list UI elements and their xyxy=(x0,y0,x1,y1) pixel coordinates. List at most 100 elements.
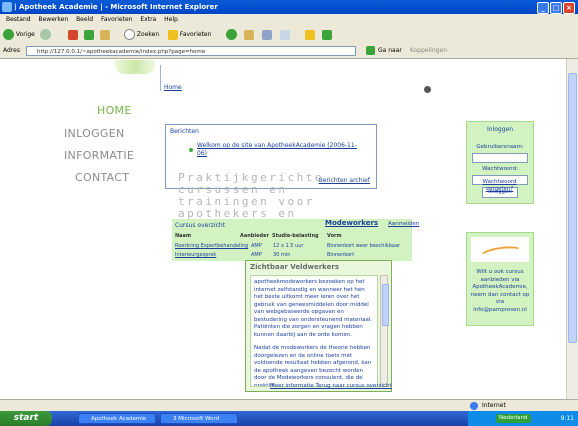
folder-icon xyxy=(305,29,315,40)
courses-title-link[interactable]: Modeworkers xyxy=(325,219,378,227)
system-tray: Nederland 9:11 xyxy=(468,411,578,426)
promo-panel: Wilt u ook cursus aanbieden via Apotheek… xyxy=(466,232,534,326)
nav-contact[interactable]: CONTACT xyxy=(75,171,129,184)
star-icon xyxy=(168,29,178,40)
popup-paragraph: apotheekmodeworkers bezoeken op het inte… xyxy=(254,279,373,338)
start-button[interactable]: start xyxy=(0,411,52,426)
taskbar: start Apotheek Academie 3 Microsoft Word… xyxy=(0,411,578,426)
address-input[interactable]: http://127.0.0.1/~apotheekacademie/index… xyxy=(26,46,356,56)
table-cell-link[interactable]: Interieurgesprek xyxy=(175,252,216,258)
popup-scrollbar[interactable] xyxy=(380,275,389,387)
popup-footer-link[interactable]: Meer informatie Terug naar cursus overzi… xyxy=(270,383,392,389)
username-label: Gebruikersnaam: xyxy=(476,144,524,150)
search-icon xyxy=(124,29,135,40)
close-button[interactable]: × xyxy=(563,2,575,14)
print-button[interactable] xyxy=(262,28,272,41)
folder-button[interactable] xyxy=(305,28,315,41)
username-input[interactable] xyxy=(472,153,528,163)
menubar: Bestand Bewerken Beeld Favorieten Extra … xyxy=(0,14,578,25)
menu-view[interactable]: Beeld xyxy=(76,16,93,23)
internet-zone-icon xyxy=(470,402,478,410)
toolbar: Vorige Zoeken Favorieten xyxy=(0,25,578,45)
swoosh-logo-icon xyxy=(478,244,524,264)
address-bar: Adres http://127.0.0.1/~apotheekacademie… xyxy=(0,44,578,59)
links-label[interactable]: Koppelingen xyxy=(410,44,447,58)
forgot-password-link[interactable]: Wachtwoord vergeten? xyxy=(472,179,527,193)
maximize-button[interactable]: □ xyxy=(550,2,562,14)
table-cell: 12 x 1.5 uur xyxy=(273,243,304,249)
minimize-button[interactable]: _ xyxy=(537,2,549,14)
taskbar-item-browser[interactable]: Apotheek Academie xyxy=(78,413,156,424)
nav-home[interactable]: HOME xyxy=(97,104,132,117)
window-titlebar: | Apotheek Academie | - Microsoft Intern… xyxy=(0,0,578,14)
taskbar-item-word[interactable]: 3 Microsoft Word xyxy=(160,413,238,424)
menu-help[interactable]: Help xyxy=(164,16,178,23)
menu-favorites[interactable]: Favorieten xyxy=(101,16,132,23)
table-cell: AMP xyxy=(251,243,262,249)
back-button[interactable]: Vorige xyxy=(3,28,35,41)
home-button[interactable] xyxy=(100,28,110,41)
menu-edit[interactable]: Bewerken xyxy=(39,16,69,23)
refresh-icon xyxy=(84,29,94,40)
login-title: Inloggen xyxy=(486,126,514,133)
password-label: Wachtwoord: xyxy=(482,166,518,172)
search-button[interactable]: Zoeken xyxy=(124,28,159,41)
table-cell-link[interactable]: Roerkring Expertbehandeling xyxy=(175,243,248,249)
courses-more-link[interactable]: Aanmelden xyxy=(388,221,419,227)
popup-scrollbar-thumb[interactable] xyxy=(382,284,389,326)
breadcrumb-frame xyxy=(160,65,386,91)
menu-file[interactable]: Bestand xyxy=(6,16,31,23)
print-icon xyxy=(262,29,272,40)
forward-button[interactable] xyxy=(40,28,51,41)
history-button[interactable] xyxy=(226,28,237,41)
nav-login[interactable]: INLOGGEN xyxy=(64,127,125,140)
partner-logo xyxy=(471,237,529,264)
page-scrollbar[interactable] xyxy=(566,59,578,399)
nav-info[interactable]: INFORMATIE xyxy=(64,149,134,162)
messenger-icon xyxy=(322,29,332,40)
forward-arrow-icon xyxy=(40,29,51,40)
history-icon xyxy=(226,29,237,40)
column-header: Naam xyxy=(175,233,192,239)
address-label: Adres xyxy=(3,47,20,54)
mail-icon xyxy=(244,29,254,40)
go-arrow-icon[interactable] xyxy=(366,46,375,55)
table-cell: Binnenkort weer beschikbaar xyxy=(327,243,401,249)
tray-app-label[interactable]: Nederland xyxy=(496,414,531,423)
popup-title: Zichtbaar Veldwerkers xyxy=(250,263,339,271)
edit-button[interactable] xyxy=(280,28,290,41)
stop-icon xyxy=(68,29,78,40)
refresh-button[interactable] xyxy=(84,28,94,41)
scrollbar-thumb[interactable] xyxy=(568,73,577,343)
courses-panel: Cursus overzicht Modeworkers Aanmelden N… xyxy=(172,219,419,261)
popup-body: apotheekmodeworkers bezoeken op het inte… xyxy=(250,275,378,387)
courses-header: Cursus overzicht xyxy=(175,222,226,229)
mail-button[interactable] xyxy=(244,28,254,41)
news-header: Berichten xyxy=(170,128,199,135)
site-logo xyxy=(115,60,155,74)
home-icon xyxy=(100,29,110,40)
menu-tools[interactable]: Extra xyxy=(140,16,156,23)
course-info-popup: Zichtbaar Veldwerkers apotheekmodeworker… xyxy=(245,260,392,392)
table-cell: Binnenkort xyxy=(327,252,355,258)
breadcrumb-home-link[interactable]: Home xyxy=(164,84,182,91)
table-cell: AMP xyxy=(251,252,262,258)
clock: 9:11 xyxy=(560,415,574,422)
edit-icon xyxy=(280,29,290,40)
back-arrow-icon xyxy=(3,29,14,40)
bullet-icon xyxy=(189,148,193,152)
popup-paragraph: Nadat de modeworkers de theorie hebben d… xyxy=(254,345,372,387)
window-title: | Apotheek Academie | - Microsoft Intern… xyxy=(14,3,218,11)
promo-text: Wilt u ook cursus aanbieden via Apotheek… xyxy=(470,269,530,313)
column-header: Studie-belasting xyxy=(272,233,319,239)
stop-button[interactable] xyxy=(68,28,78,41)
column-header: Aanbieder xyxy=(240,233,269,239)
messenger-button[interactable] xyxy=(322,28,332,41)
favorites-button[interactable]: Favorieten xyxy=(168,28,211,41)
mouse-cursor-icon xyxy=(424,86,431,93)
ie-logo-icon xyxy=(2,2,12,12)
news-item-link[interactable]: Welkom op de site van ApotheekAcademie (… xyxy=(197,142,362,158)
go-button[interactable]: Ga naar xyxy=(378,44,402,58)
table-cell: 30 min xyxy=(273,252,291,258)
column-header: Vorm xyxy=(327,233,342,239)
